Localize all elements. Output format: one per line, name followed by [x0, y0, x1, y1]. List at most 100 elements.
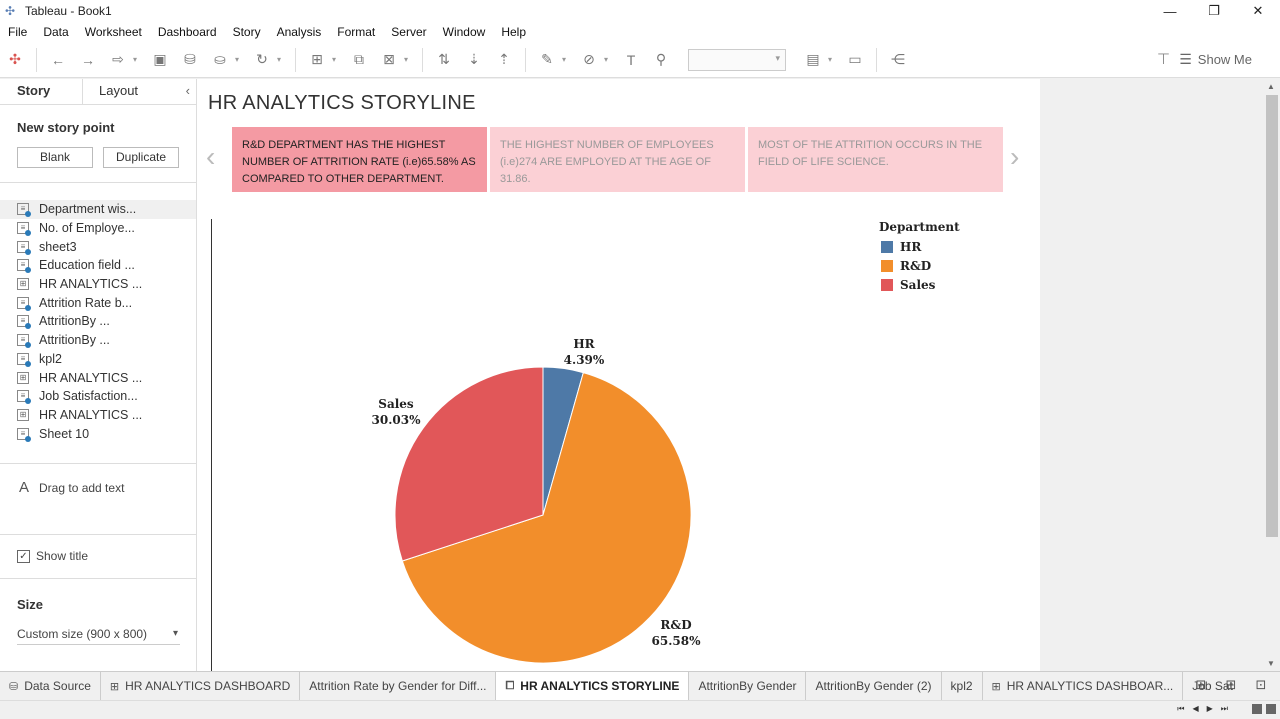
sheet-tab[interactable]: ⊞ HR ANALYTICS DASHBOAR... [983, 672, 1184, 700]
share-icon[interactable]: ⋲ [886, 48, 910, 72]
status-bar: ⏮ ◀ ▶ ⏭ [0, 700, 1280, 719]
first-sheet-icon[interactable]: ⏮ [1177, 704, 1184, 714]
show-title-label: Show title [36, 549, 89, 563]
toolbar-separator [36, 47, 37, 72]
menu-dashboard[interactable]: Dashboard [150, 25, 225, 39]
text-object-icon: A [19, 479, 30, 496]
sheet-list-item[interactable]: ⊞ HR ANALYTICS ... [0, 406, 196, 425]
menu-data[interactable]: Data [35, 25, 76, 39]
new-data-source-icon[interactable]: ⛁ [178, 48, 202, 72]
menu-story[interactable]: Story [225, 25, 269, 39]
sheet-list-item[interactable]: ≡ Education field ... [0, 256, 196, 275]
sheet-tab[interactable]: Attrition Rate by Gender for Diff... [300, 672, 497, 700]
sheet-list-item[interactable]: ≡ kpl2 [0, 350, 196, 369]
sort-ascending-icon[interactable]: ⇣ [462, 48, 486, 72]
swap-icon[interactable]: ⇅ [432, 48, 456, 72]
menu-worksheet[interactable]: Worksheet [77, 25, 150, 39]
sheet-tab[interactable]: ⛁ Data Source [0, 672, 101, 700]
save-icon[interactable]: ▣ [148, 48, 172, 72]
chevron-down-icon[interactable]: ▾ [277, 55, 285, 64]
worksheet-icon: ≡ [17, 390, 31, 405]
pause-updates-icon[interactable]: ⛀ [208, 48, 232, 72]
close-icon[interactable]: ✕ [1236, 0, 1280, 22]
new-story-icon[interactable]: ⊡ [1246, 677, 1276, 693]
worksheet-icon: ≡ [17, 334, 31, 349]
sheet-tab[interactable]: AttritionBy Gender [689, 672, 807, 700]
show-title-checkbox[interactable]: ✓ Show title [17, 549, 88, 563]
sheet-navigation: ⏮ ◀ ▶ ⏭ [1173, 704, 1232, 714]
next-sheet-icon[interactable]: ▶ [1207, 704, 1213, 714]
sheet-tab[interactable]: AttritionBy Gender (2) [806, 672, 942, 700]
undo-icon[interactable]: ← [46, 48, 70, 72]
sheet-tab[interactable]: ⊞ HR ANALYTICS DASHBOARD [101, 672, 301, 700]
fit-select[interactable] [688, 48, 786, 71]
replay-icon[interactable]: ⇨ [106, 48, 130, 72]
presentation-mode-icon[interactable]: ▭ [843, 48, 867, 72]
blank-button[interactable]: Blank [17, 147, 93, 168]
duplicate-button[interactable]: Duplicate [103, 147, 179, 168]
menu-file[interactable]: File [0, 25, 35, 39]
show-cards-icon[interactable]: ▤ [801, 48, 825, 72]
filmstrip-icon[interactable] [1266, 704, 1276, 714]
drag-text-item[interactable]: A Drag to add text [19, 479, 124, 496]
sort-descending-icon[interactable]: ⇡ [492, 48, 516, 72]
chevron-down-icon[interactable]: ▾ [133, 55, 141, 64]
sheet-tab[interactable]: ⧠ HR ANALYTICS STORYLINE [496, 672, 690, 700]
chevron-down-icon[interactable]: ▾ [404, 55, 412, 64]
sheet-list-item[interactable]: ≡ No. of Employe... [0, 219, 196, 238]
sheet-list-item[interactable]: ⊞ HR ANALYTICS ... [0, 275, 196, 294]
sheet-list-item[interactable]: ≡ AttritionBy ... [0, 331, 196, 350]
tab-layout[interactable]: Layout [82, 79, 188, 104]
size-select[interactable]: Custom size (900 x 800) [17, 625, 180, 645]
sheet-tab-label: Attrition Rate by Gender for Diff... [309, 679, 487, 693]
new-worksheet-icon[interactable]: ⊞ [1186, 677, 1216, 693]
menu-window[interactable]: Window [435, 25, 494, 39]
sheet-list-item[interactable]: ≡ Attrition Rate b... [0, 293, 196, 312]
sheet-list-label: HR ANALYTICS ... [39, 407, 143, 422]
label-icon[interactable]: T [619, 48, 643, 72]
last-sheet-icon[interactable]: ⏭ [1221, 704, 1228, 714]
sheet-list-item[interactable]: ≡ Sheet 10 [0, 424, 196, 443]
show-me-button[interactable]: ☰ Show Me [1179, 51, 1252, 68]
chevron-down-icon[interactable]: ▾ [235, 55, 243, 64]
duplicate-sheet-icon[interactable]: ⧉ [347, 48, 371, 72]
vertical-scrollbar[interactable]: ▲ ▼ [1264, 79, 1280, 671]
fix-axes-icon[interactable]: ⚲ [649, 48, 673, 72]
prev-sheet-icon[interactable]: ◀ [1192, 704, 1198, 714]
show-me-label: Show Me [1197, 52, 1252, 67]
menu-analysis[interactable]: Analysis [269, 25, 330, 39]
redo-icon[interactable]: → [76, 48, 100, 72]
refresh-icon[interactable]: ↻ [250, 48, 274, 72]
tableau-home-icon[interactable]: ✣ [3, 48, 27, 72]
sheet-sorter-icon[interactable] [1252, 704, 1262, 714]
sheet-list-item[interactable]: ≡ Department wis... [0, 200, 196, 219]
new-worksheet-icon[interactable]: ⊞ [305, 48, 329, 72]
menu-server[interactable]: Server [383, 25, 434, 39]
tab-story[interactable]: Story [0, 79, 82, 104]
checkbox-checked-icon[interactable]: ✓ [17, 549, 30, 563]
chevron-down-icon[interactable]: ▾ [604, 55, 612, 64]
group-icon[interactable]: ⊘ [577, 48, 601, 72]
sheet-list-item[interactable]: ≡ AttritionBy ... [0, 312, 196, 331]
chevron-down-icon[interactable]: ▾ [828, 55, 836, 64]
sheet-list-item[interactable]: ⊞ HR ANALYTICS ... [0, 368, 196, 387]
restore-icon[interactable]: ❐ [1192, 0, 1236, 22]
chevron-down-icon[interactable]: ▾ [562, 55, 570, 64]
sheet-list-item[interactable]: ≡ sheet3 [0, 237, 196, 256]
chevron-down-icon[interactable]: ▾ [332, 55, 340, 64]
collapse-panel-icon[interactable]: ‹ [186, 83, 190, 98]
divider [0, 463, 197, 464]
menu-help[interactable]: Help [493, 25, 534, 39]
scroll-down-icon[interactable]: ▼ [1267, 659, 1275, 668]
new-dashboard-icon[interactable]: ⊞ [1216, 677, 1246, 693]
pin-icon[interactable]: ⊤ [1157, 50, 1170, 68]
sheet-list-item[interactable]: ≡ Job Satisfaction... [0, 387, 196, 406]
menu-format[interactable]: Format [329, 25, 383, 39]
minimize-icon[interactable]: — [1148, 0, 1192, 22]
scroll-up-icon[interactable]: ▲ [1267, 82, 1275, 91]
scrollbar-thumb[interactable] [1266, 95, 1278, 537]
highlight-icon[interactable]: ✎ [535, 48, 559, 72]
worksheet-icon: ≡ [17, 315, 31, 330]
sheet-tab[interactable]: kpl2 [942, 672, 983, 700]
clear-sheet-icon[interactable]: ⊠ [377, 48, 401, 72]
